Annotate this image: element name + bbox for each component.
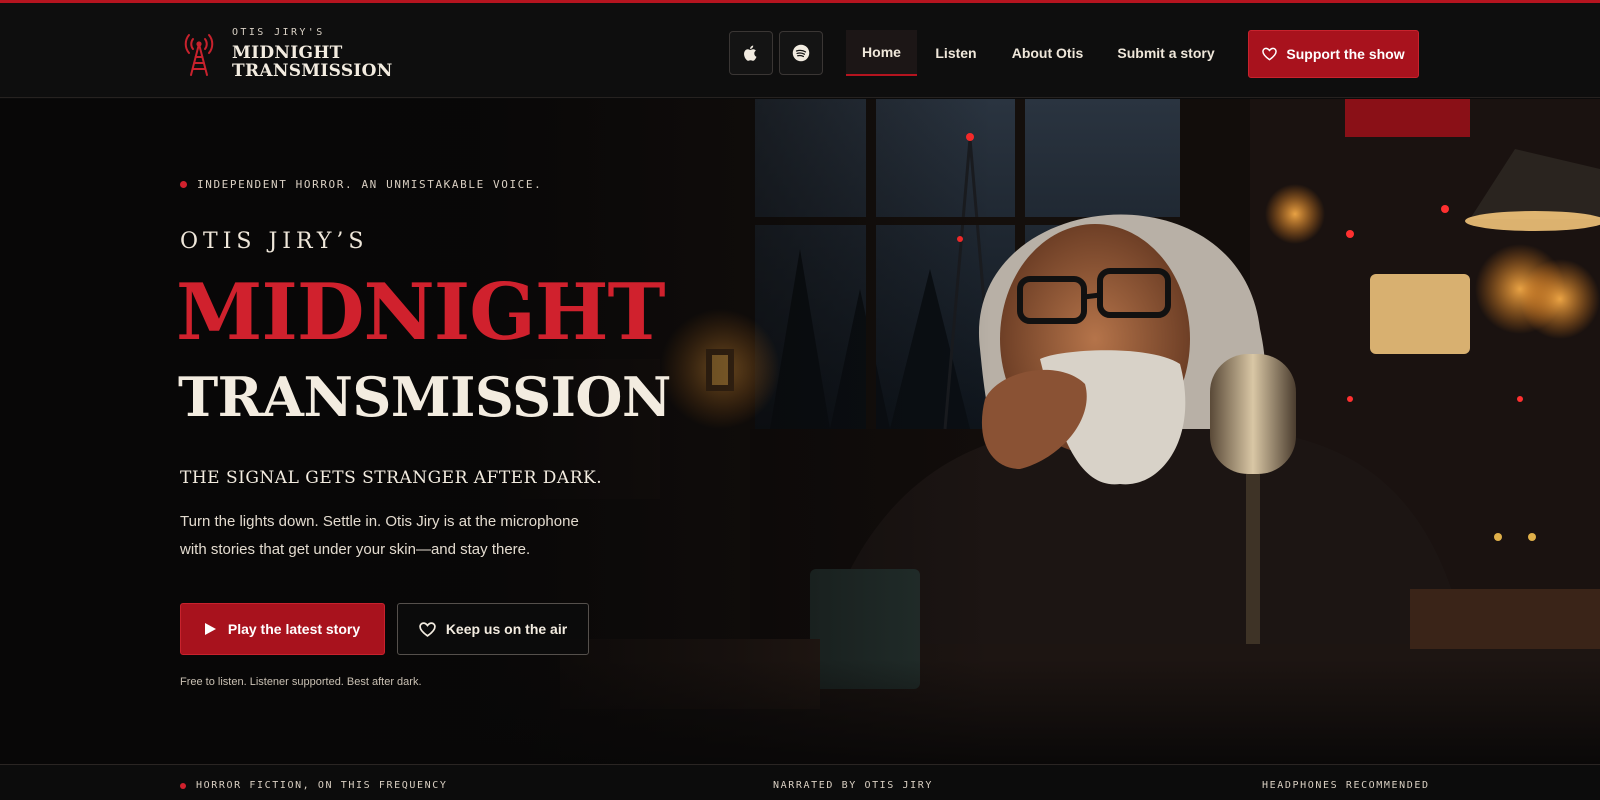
strip-center-text: NARRATED BY OTIS JIRY bbox=[773, 780, 934, 791]
heart-icon bbox=[1262, 47, 1278, 61]
hero-section: INDEPENDENT HORROR. AN UNMISTAKABLE VOIC… bbox=[0, 99, 1600, 764]
hero-title-line1: MIDNIGHT bbox=[176, 267, 666, 358]
nav-submit-story[interactable]: Submit a story bbox=[1110, 30, 1222, 76]
red-dot-icon bbox=[180, 181, 187, 188]
info-strip: HORROR FICTION, ON THIS FREQUENCY NARRAT… bbox=[0, 764, 1600, 800]
hero-title-line2: TRANSMISSION bbox=[178, 365, 671, 429]
brand-name-line1: MIDNIGHT bbox=[232, 42, 343, 63]
support-the-show-button[interactable]: Support the show bbox=[1248, 30, 1419, 78]
hero-description-line2: with stories that get under your skin—an… bbox=[180, 541, 531, 558]
brand-name-line2: TRANSMISSION bbox=[232, 60, 393, 81]
hero-description: Turn the lights down. Settle in. Otis Ji… bbox=[180, 508, 640, 564]
nav-listen[interactable]: Listen bbox=[926, 30, 986, 76]
hero-description-line1: Turn the lights down. Settle in. Otis Ji… bbox=[180, 513, 579, 530]
play-icon bbox=[204, 623, 216, 635]
hero-tagline-text: INDEPENDENT HORROR. AN UNMISTAKABLE VOIC… bbox=[197, 178, 543, 191]
support-button-label: Support the show bbox=[1286, 46, 1405, 62]
keep-us-on-air-label: Keep us on the air bbox=[445, 621, 568, 637]
strip-left-text: HORROR FICTION, ON THIS FREQUENCY bbox=[196, 780, 448, 791]
spotify-icon bbox=[792, 44, 810, 62]
strip-right-text: HEADPHONES RECOMMENDED bbox=[1262, 780, 1430, 791]
strip-left: HORROR FICTION, ON THIS FREQUENCY bbox=[180, 780, 447, 791]
hero-owner-name: OTIS JIRY’S bbox=[180, 229, 369, 254]
apple-podcasts-button[interactable] bbox=[729, 31, 773, 75]
spotify-button[interactable] bbox=[779, 31, 823, 75]
hero-subheading: THE SIGNAL GETS STRANGER AFTER DARK. bbox=[180, 468, 603, 488]
apple-icon bbox=[744, 45, 757, 61]
brand-kicker: OTIS JIRY'S bbox=[232, 26, 325, 38]
nav-home[interactable]: Home bbox=[846, 30, 917, 76]
site-header: OTIS JIRY'S MIDNIGHT TRANSMISSION Home L… bbox=[0, 3, 1600, 98]
hero-bottom-fade bbox=[0, 659, 1600, 764]
radio-tower-icon bbox=[184, 34, 214, 76]
brand-logo[interactable]: OTIS JIRY'S MIDNIGHT TRANSMISSION bbox=[180, 25, 393, 81]
red-dot-icon bbox=[180, 782, 186, 789]
keep-us-on-air-button[interactable]: Keep us on the air bbox=[397, 603, 589, 655]
nav-about-otis[interactable]: About Otis bbox=[1005, 30, 1090, 76]
hero-tagline: INDEPENDENT HORROR. AN UNMISTAKABLE VOIC… bbox=[180, 178, 542, 191]
heart-icon bbox=[419, 621, 436, 637]
hero-fineprint: Free to listen. Listener supported. Best… bbox=[180, 676, 422, 688]
play-latest-story-button[interactable]: Play the latest story bbox=[180, 603, 385, 655]
play-button-label: Play the latest story bbox=[227, 621, 361, 637]
